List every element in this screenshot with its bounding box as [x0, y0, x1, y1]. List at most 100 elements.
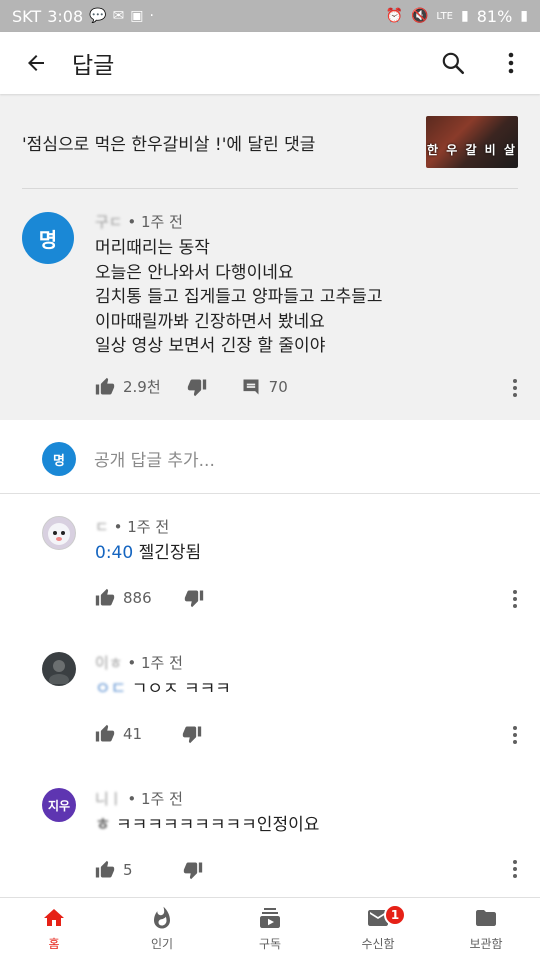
nav-library[interactable]: 보관함 — [432, 898, 540, 960]
like-count: 41 — [123, 725, 143, 743]
reply-text: ㅎ ㅋㅋㅋㅋㅋㅋㅋㅋㅋ인정이요 — [95, 813, 319, 838]
replies-button[interactable]: 70 — [241, 377, 288, 397]
reply-time: • 1주 전 — [113, 518, 170, 536]
reply-body: ㅋㅋㅋㅋㅋㅋㅋㅋㅋ인정이요 — [116, 815, 320, 835]
nav-home[interactable]: 홈 — [0, 898, 108, 960]
more-dot-icon — [513, 867, 517, 871]
like-button[interactable]: 2.9천 — [95, 376, 161, 397]
comment-more-button[interactable] — [505, 373, 525, 403]
author-name[interactable]: ㄷ — [95, 516, 109, 537]
more-vertical-icon — [508, 52, 514, 74]
comment-text: 머리때리는 동작 오늘은 안나와서 다행이네요 김치통 들고 집게들고 양파들고… — [95, 236, 383, 359]
reply-meta: 니ㅣ • 1주 전 — [95, 788, 183, 809]
dislike-button[interactable] — [183, 860, 203, 880]
signal-icon: ▮ — [461, 8, 469, 24]
timestamp-link[interactable]: 0:40 — [95, 543, 133, 563]
nav-label: 인기 — [150, 937, 174, 951]
search-button[interactable] — [424, 32, 482, 94]
battery-percent: 81% — [476, 6, 513, 26]
nav-label: 구독 — [258, 937, 282, 951]
like-count: 886 — [123, 589, 152, 607]
blurred-text: ㅎ — [95, 815, 111, 835]
reply-text: ㅇㄷ ㄱㅇㅈ ㅋㅋㅋ — [95, 677, 231, 702]
search-icon — [442, 52, 465, 75]
carrier-label: SKT — [12, 6, 42, 26]
author-name[interactable]: 니ㅣ — [95, 788, 123, 809]
more-dot-icon — [513, 874, 517, 878]
chat-notification-icon: 💬 — [89, 8, 107, 24]
reply-more-button[interactable] — [505, 720, 525, 750]
reply-meta: 이ㅎ • 1주 전 — [95, 652, 183, 673]
reply-item: 이ㅎ • 1주 전 ㅇㄷ ㄱㅇㅈ ㅋㅋㅋ 41 — [0, 630, 540, 766]
avatar: 명 — [42, 442, 76, 476]
avatar[interactable]: 지우 — [42, 788, 76, 822]
more-dot-icon — [513, 726, 517, 730]
thumbs-up-icon — [95, 860, 115, 878]
video-thumbnail[interactable]: 한 우 갈 비 살 — [426, 116, 518, 168]
dislike-button[interactable] — [182, 724, 202, 744]
bottom-navigation: 홈 인기 구독 수신함 1 보관함 — [0, 897, 540, 960]
thumbnail-caption: 한 우 갈 비 살 — [427, 143, 517, 157]
comment-actions: 2.9천 70 — [95, 376, 288, 397]
page-title: 답글 — [72, 53, 115, 79]
mail-notification-icon: ✉ — [112, 8, 125, 24]
reply-time: • 1주 전 — [127, 654, 183, 672]
dot-icon: · — [149, 8, 154, 24]
like-button[interactable]: 41 — [95, 724, 142, 744]
like-button[interactable]: 886 — [95, 588, 152, 608]
nav-label: 수신함 — [361, 937, 395, 951]
reply-actions: 41 — [95, 724, 202, 744]
dislike-button[interactable] — [184, 588, 204, 608]
thumbs-down-icon — [183, 862, 202, 880]
comment-line: 오늘은 안나와서 다행이네요 — [95, 262, 294, 283]
reply-more-button[interactable] — [505, 584, 525, 614]
avatar[interactable] — [42, 652, 76, 686]
reply-item: ㄷ • 1주 전 0:40 젤긴장됨 886 — [0, 494, 540, 634]
comment-meta: 구ㄷ • 1주 전 — [95, 211, 183, 232]
reply-text: 0:40 젤긴장됨 — [95, 541, 201, 566]
overflow-menu-button[interactable] — [482, 32, 540, 94]
character-avatar-icon — [48, 523, 70, 545]
video-reference[interactable]: '점심으로 먹은 한우갈비살 !'에 달린 댓글 한 우 갈 비 살 — [22, 114, 518, 170]
reply-meta: ㄷ • 1주 전 — [95, 516, 169, 537]
thumbs-down-icon — [187, 379, 206, 396]
thumbs-down-icon — [184, 590, 203, 608]
status-bar: SKT 3:08 💬 ✉ ▣ · ⏰ 🔇 LTE ▮ 81% ▮ — [0, 0, 540, 32]
notification-badge: 1 — [384, 904, 406, 926]
more-dot-icon — [513, 379, 517, 383]
comment-line: 이마때릴까봐 긴장하면서 봤네요 — [95, 311, 325, 332]
network-label: LTE — [436, 10, 453, 22]
reply-item: 지우 니ㅣ • 1주 전 ㅎ ㅋㅋㅋㅋㅋㅋㅋㅋㅋ인정이요 5 — [0, 766, 540, 896]
arrow-left-icon — [28, 55, 44, 71]
nav-inbox[interactable]: 수신함 1 — [324, 898, 432, 960]
more-dot-icon — [513, 733, 517, 737]
reply-body: ㄱㅇㅈ ㅋㅋㅋ — [131, 679, 231, 699]
comment-line: 김치통 들고 집게들고 양파들고 고추들고 — [95, 287, 383, 307]
more-dot-icon — [513, 393, 517, 397]
reply-placeholder[interactable]: 공개 답글 추가... — [94, 446, 215, 471]
back-button[interactable] — [0, 32, 72, 94]
nav-trending[interactable]: 인기 — [108, 898, 216, 960]
author-name[interactable]: 이ㅎ — [95, 652, 123, 673]
dislike-button[interactable] — [187, 377, 207, 397]
library-folder-icon — [476, 910, 496, 926]
divider — [22, 188, 518, 189]
comment-time: • 1주 전 — [127, 213, 183, 231]
avatar[interactable]: 명 — [22, 212, 74, 264]
comment-line: 머리때리는 동작 — [95, 238, 210, 258]
more-dot-icon — [513, 604, 517, 608]
reply-more-button[interactable] — [505, 854, 525, 884]
app-bar: 답글 — [0, 32, 540, 94]
nav-subscriptions[interactable]: 구독 — [216, 898, 324, 960]
image-notification-icon: ▣ — [130, 8, 144, 24]
thumbs-up-icon — [95, 724, 115, 742]
more-dot-icon — [513, 860, 517, 864]
author-name[interactable]: 구ㄷ — [95, 211, 123, 232]
comment-icon — [243, 379, 259, 394]
avatar[interactable] — [42, 516, 76, 550]
mute-icon: 🔇 — [410, 8, 429, 24]
more-dot-icon — [513, 386, 517, 390]
nav-label: 홈 — [48, 937, 60, 951]
add-reply-field[interactable]: 명 공개 답글 추가... — [0, 420, 540, 494]
like-button[interactable]: 5 — [95, 860, 133, 880]
